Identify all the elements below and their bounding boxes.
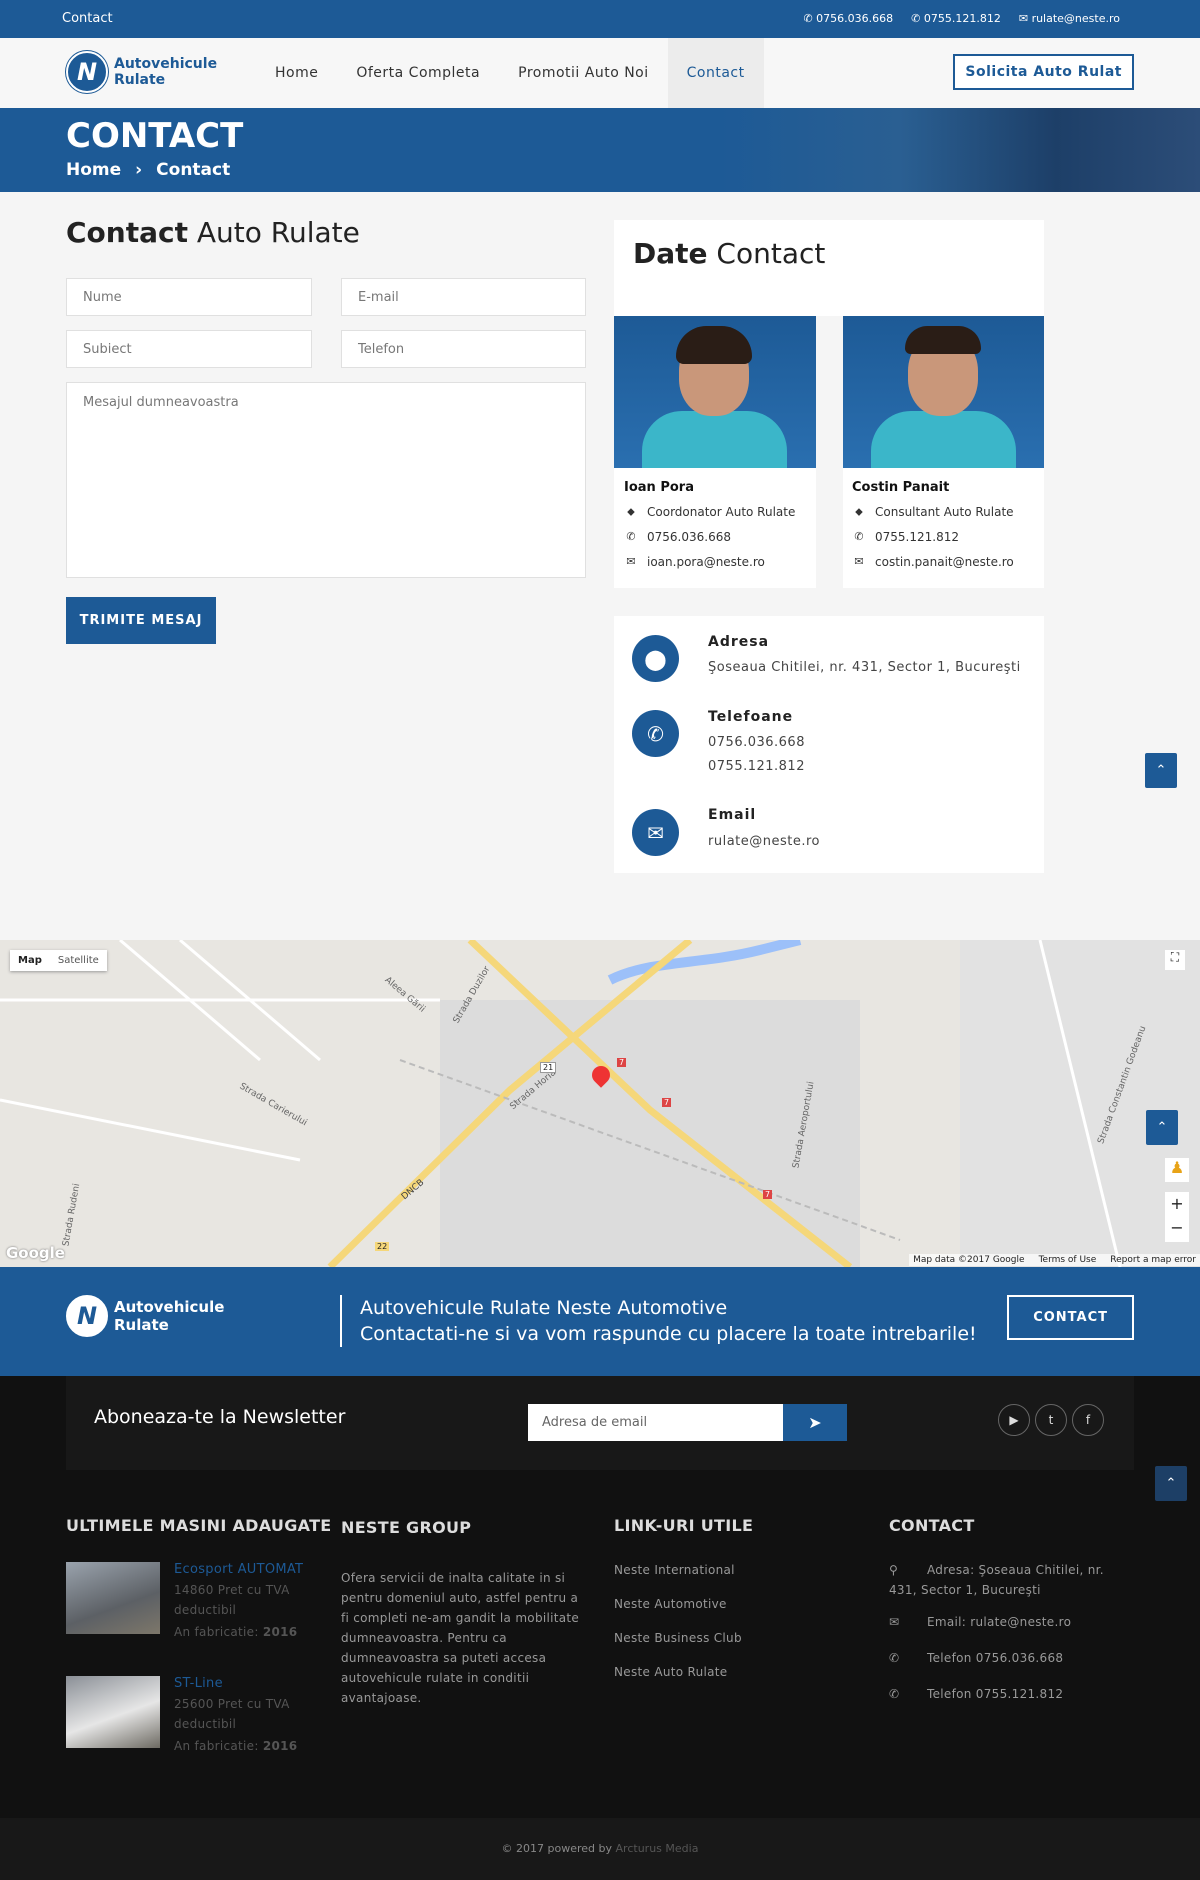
breadcrumb: Home › Contact [66,160,231,180]
send-message-button[interactable]: TRIMITE MESAJ [66,597,216,644]
subject-input[interactable]: Subiect [66,330,312,368]
zoom-out-button[interactable]: − [1165,1216,1189,1240]
envelope-icon: ✉ [889,1615,900,1629]
phone-icon: ✆ [632,710,679,757]
person-costin: Costin Panait ⬥ Consultant Auto Rulate ✆ 0… [852,480,1014,569]
tag-icon: ⬥ [855,505,863,518]
newsletter-send-button[interactable]: ➤ [783,1404,847,1441]
arcturus-link[interactable]: Arcturus Media [616,1842,699,1855]
car-link[interactable]: ST-Line [174,1674,314,1694]
footer-link[interactable]: Neste Auto Rulate [614,1662,727,1682]
envelope-icon: ✉ [626,555,636,568]
facebook-icon[interactable]: f [1072,1404,1104,1436]
footer: Aboneaza-te la Newsletter Adresa de emai… [0,1376,1200,1818]
name-input[interactable]: Nume [66,278,312,316]
car-thumbnail[interactable] [66,1562,160,1634]
envelope-icon: ✉ [1018,12,1032,25]
logo[interactable]: N Autovehicule Rulate [66,51,217,93]
contact-card-title: Date Contact [633,237,826,270]
youtube-icon[interactable]: ▶ [998,1404,1030,1436]
scroll-to-top-button[interactable]: ⌃ [1155,1466,1187,1501]
scroll-to-top-button[interactable]: ⌃ [1145,753,1177,788]
person-photo [614,316,816,468]
phone-icon: ✆ [889,1651,900,1665]
top-bar: Contact ✆ 0756.036.668 ✆ 0755.121.812 ✉ … [0,0,1200,38]
phone-icon: ✆ [626,530,636,543]
footer-logo: N Autovehicule Rulate [66,1295,224,1337]
top-bar-title: Contact [62,11,113,26]
map-pin-icon: ⬤ [632,635,679,682]
envelope-icon: ✉ [854,555,864,568]
phone-input[interactable]: Telefon [341,330,586,368]
envelope-icon: ✉ [632,809,679,856]
nav-oferta[interactable]: Oferta Completa [337,38,499,108]
nav-contact[interactable]: Contact [667,38,764,108]
nav-promotii[interactable]: Promotii Auto Noi [499,38,668,108]
cta-contact-button[interactable]: CONTACT [1007,1295,1134,1340]
phone-icon: ✆ [803,12,817,25]
map-type-satellite[interactable]: Satellite [50,950,107,971]
phone-icon: ✆ [889,1687,900,1701]
newsletter: Aboneaza-te la Newsletter Adresa de emai… [66,1376,1134,1470]
form-title: Contact Auto Rulate [66,216,360,249]
google-logo: Google [6,1244,65,1262]
pegman-icon[interactable]: ♟ [1165,1158,1189,1182]
tag-icon: ⬥ [627,505,635,518]
copyright-bar: © 2017 powered by Arcturus Media [0,1818,1200,1880]
top-phone-1[interactable]: ✆ 0756.036.668 [803,12,893,25]
map-pin-icon: ⚲ [889,1563,899,1577]
map-type-map[interactable]: Map [10,950,50,971]
solicita-button[interactable]: Solicita Auto Rulat [953,54,1134,90]
main-nav: N Autovehicule Rulate Home Oferta Complet… [0,38,1200,108]
breadcrumb-home[interactable]: Home [66,160,121,180]
top-phone-2[interactable]: ✆ 0755.121.812 [911,12,1001,25]
phone-icon: ✆ [911,12,924,25]
car-thumbnail[interactable] [66,1676,160,1748]
page-hero: CONTACT Home › Contact [0,108,1200,192]
footer-link[interactable]: Neste Business Club [614,1628,742,1648]
email-input[interactable]: E-mail [341,278,586,316]
nav-home[interactable]: Home [256,38,337,108]
logo-mark: N [66,51,108,93]
scroll-to-top-button[interactable]: ⌃ [1146,1110,1178,1145]
person-photo [843,316,1044,468]
newsletter-email-input[interactable]: Adresa de email [528,1404,784,1441]
twitter-icon[interactable]: t [1035,1404,1067,1436]
paper-plane-icon: ➤ [808,1413,822,1432]
car-link[interactable]: Ecosport AUTOMAT [174,1560,314,1580]
google-map[interactable]: Map Satellite Strada Horia Strada Aeropo… [0,940,1200,1267]
zoom-in-button[interactable]: + [1165,1192,1189,1216]
message-textarea[interactable]: Mesajul dumneavoastra [66,382,586,578]
phone-icon: ✆ [854,530,864,543]
fullscreen-icon[interactable]: ⛶ [1165,950,1185,970]
page-title: CONTACT [66,116,244,156]
person-ioan: Ioan Pora ⬥ Coordonator Auto Rulate ✆ 0756… [624,480,796,569]
contact-info-card: ⬤ Adresa Şoseaua Chitilei, nr. 431, Sect… [614,616,1044,873]
top-email[interactable]: ✉ rulate@neste.ro [1019,12,1120,25]
breadcrumb-current: Contact [156,160,231,180]
cta-banner: N Autovehicule Rulate Autovehicule Rulate… [0,1267,1200,1376]
footer-link[interactable]: Neste International [614,1560,735,1580]
footer-link[interactable]: Neste Automotive [614,1594,727,1614]
